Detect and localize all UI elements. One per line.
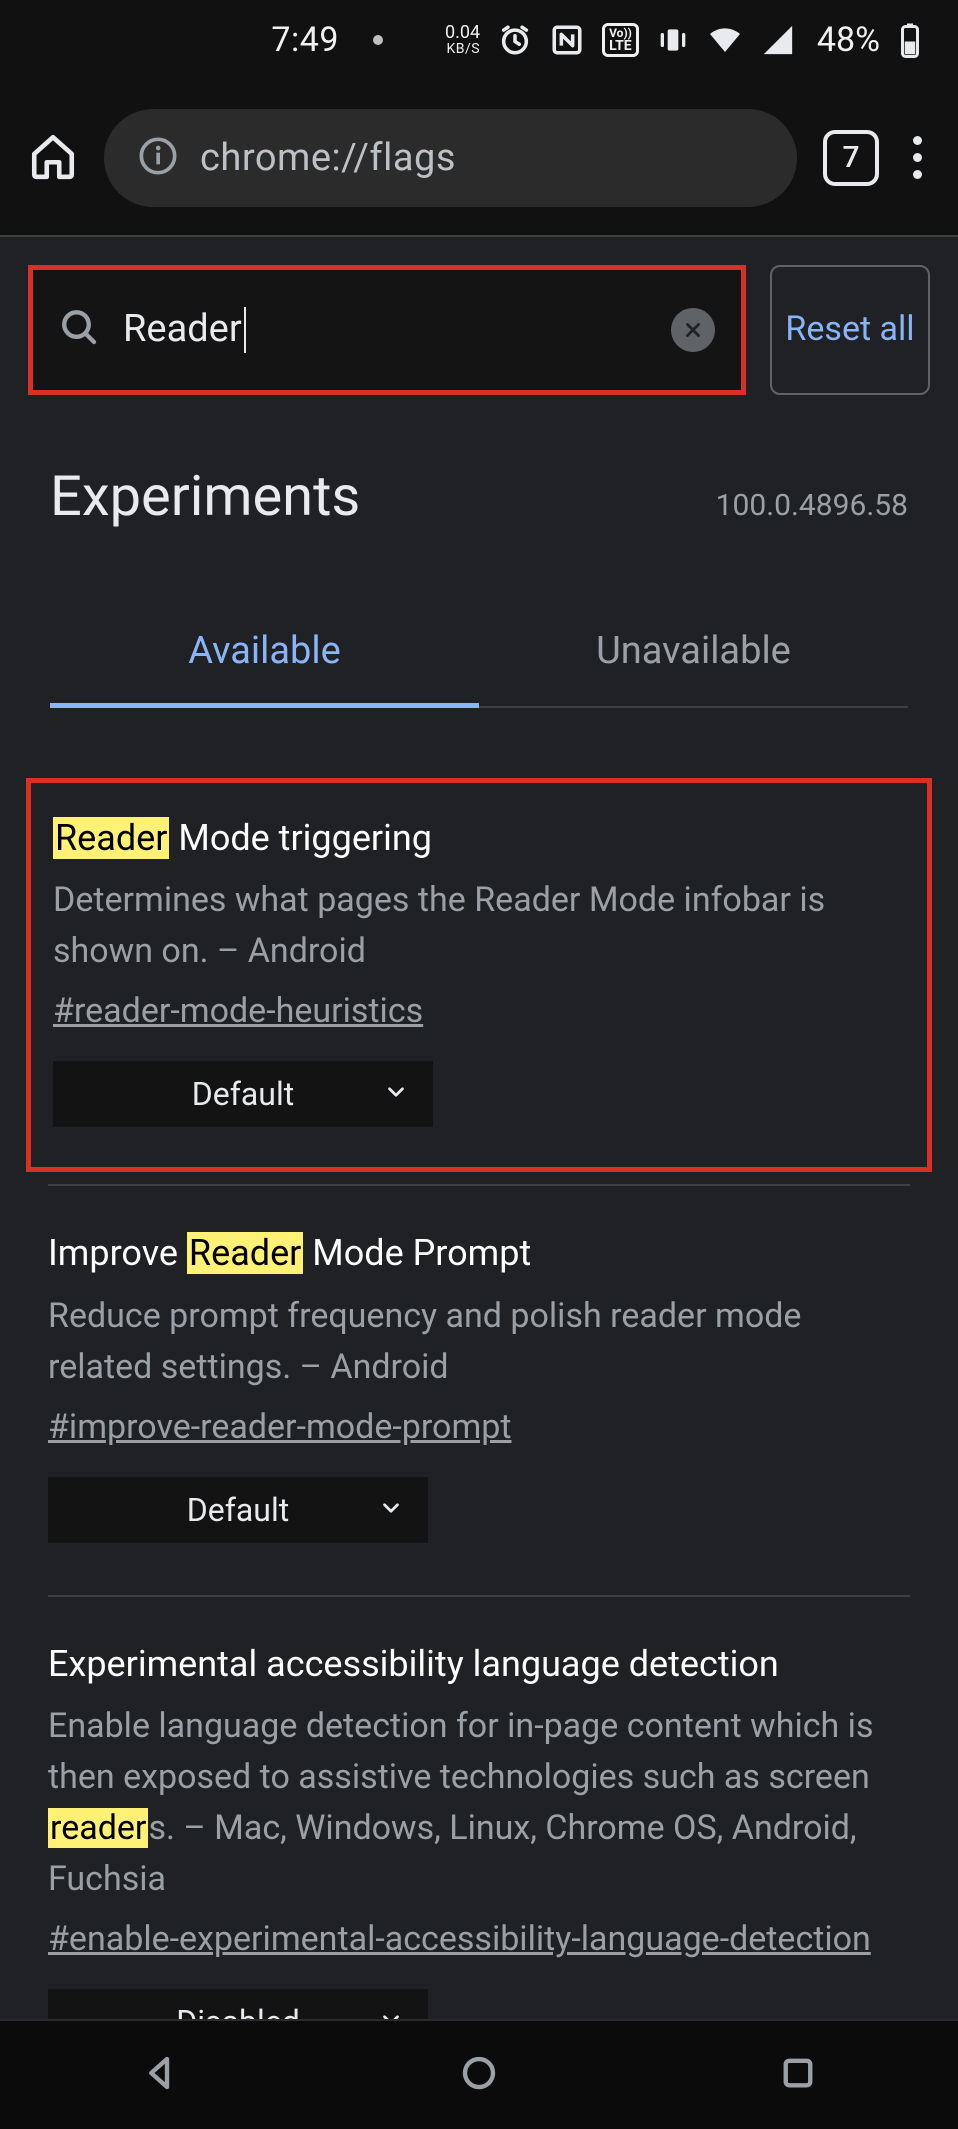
- site-info-icon[interactable]: [138, 136, 178, 180]
- flag-description: Reduce prompt frequency and polish reade…: [48, 1291, 910, 1393]
- search-value: Reader: [123, 307, 649, 354]
- text-caret: [244, 307, 246, 353]
- status-time: 7:49: [271, 20, 339, 60]
- vibrate-icon: [657, 24, 689, 56]
- chevron-down-icon: [378, 1491, 404, 1529]
- nfc-icon: [550, 23, 584, 57]
- divider: [48, 1184, 910, 1186]
- tab-available[interactable]: Available: [50, 629, 479, 708]
- flag-title: Improve Reader Mode Prompt: [48, 1228, 910, 1278]
- reset-all-button[interactable]: Reset all: [770, 265, 930, 395]
- nav-recent-button[interactable]: [777, 2052, 819, 2098]
- page-title: Experiments: [50, 463, 360, 529]
- wifi-icon: [707, 22, 743, 58]
- alarm-icon: [498, 23, 532, 57]
- chrome-version: 100.0.4896.58: [716, 488, 908, 523]
- search-input[interactable]: Reader: [28, 265, 746, 395]
- tabs: Available Unavailable: [50, 629, 908, 708]
- flag-reader-mode-heuristics: Reader Mode triggering Determines what p…: [26, 778, 932, 1172]
- svg-text:x: x: [767, 23, 776, 42]
- volte-icon: Vo)) LTE: [602, 23, 639, 57]
- flag-hash-link[interactable]: #enable-experimental-accessibility-langu…: [48, 1919, 871, 1959]
- flag-title: Experimental accessibility language dete…: [48, 1639, 910, 1689]
- flags-page: Reader Reset all Experiments 100.0.4896.…: [0, 235, 958, 2109]
- flag-hash-link[interactable]: #reader-mode-heuristics: [53, 991, 423, 1031]
- omnibox[interactable]: chrome://flags: [104, 109, 797, 207]
- flag-title: Reader Mode triggering: [53, 813, 905, 863]
- flag-select[interactable]: Default: [53, 1061, 433, 1127]
- clear-search-button[interactable]: [671, 308, 715, 352]
- status-separator-dot: [373, 35, 383, 45]
- omnibox-url: chrome://flags: [200, 136, 456, 180]
- search-row: Reader Reset all: [0, 237, 958, 423]
- flag-description: Enable language detection for in-page co…: [48, 1701, 910, 1905]
- nav-home-button[interactable]: [458, 2052, 500, 2098]
- flag-select-value: Default: [192, 1075, 294, 1113]
- flag-select-value: Default: [187, 1491, 289, 1529]
- experiments-header: Experiments 100.0.4896.58: [0, 423, 958, 539]
- tab-unavailable[interactable]: Unavailable: [479, 629, 908, 706]
- home-button[interactable]: [28, 131, 78, 185]
- flag-hash-link[interactable]: #improve-reader-mode-prompt: [48, 1407, 511, 1447]
- browser-toolbar: chrome://flags 7: [0, 80, 958, 235]
- divider: [48, 1595, 910, 1597]
- network-speed: 0.04 KB/S: [445, 24, 480, 56]
- more-menu-button[interactable]: [905, 136, 930, 179]
- battery-percent: 48%: [817, 20, 880, 60]
- flag-select[interactable]: Default: [48, 1477, 428, 1543]
- flag-description: Determines what pages the Reader Mode in…: [53, 875, 905, 977]
- status-bar: 7:49 0.04 KB/S Vo)) LTE x 48%: [0, 0, 958, 80]
- flag-improve-reader-mode-prompt: Improve Reader Mode Prompt Reduce prompt…: [26, 1198, 932, 1582]
- nav-back-button[interactable]: [139, 2052, 181, 2098]
- search-icon: [59, 307, 101, 353]
- chevron-down-icon: [383, 1075, 409, 1113]
- battery-icon: [898, 22, 922, 58]
- tab-switcher-button[interactable]: 7: [823, 130, 879, 186]
- cellular-icon: x: [761, 23, 795, 57]
- flags-list: Reader Mode triggering Determines what p…: [0, 708, 958, 2109]
- android-nav-bar: [0, 2019, 958, 2129]
